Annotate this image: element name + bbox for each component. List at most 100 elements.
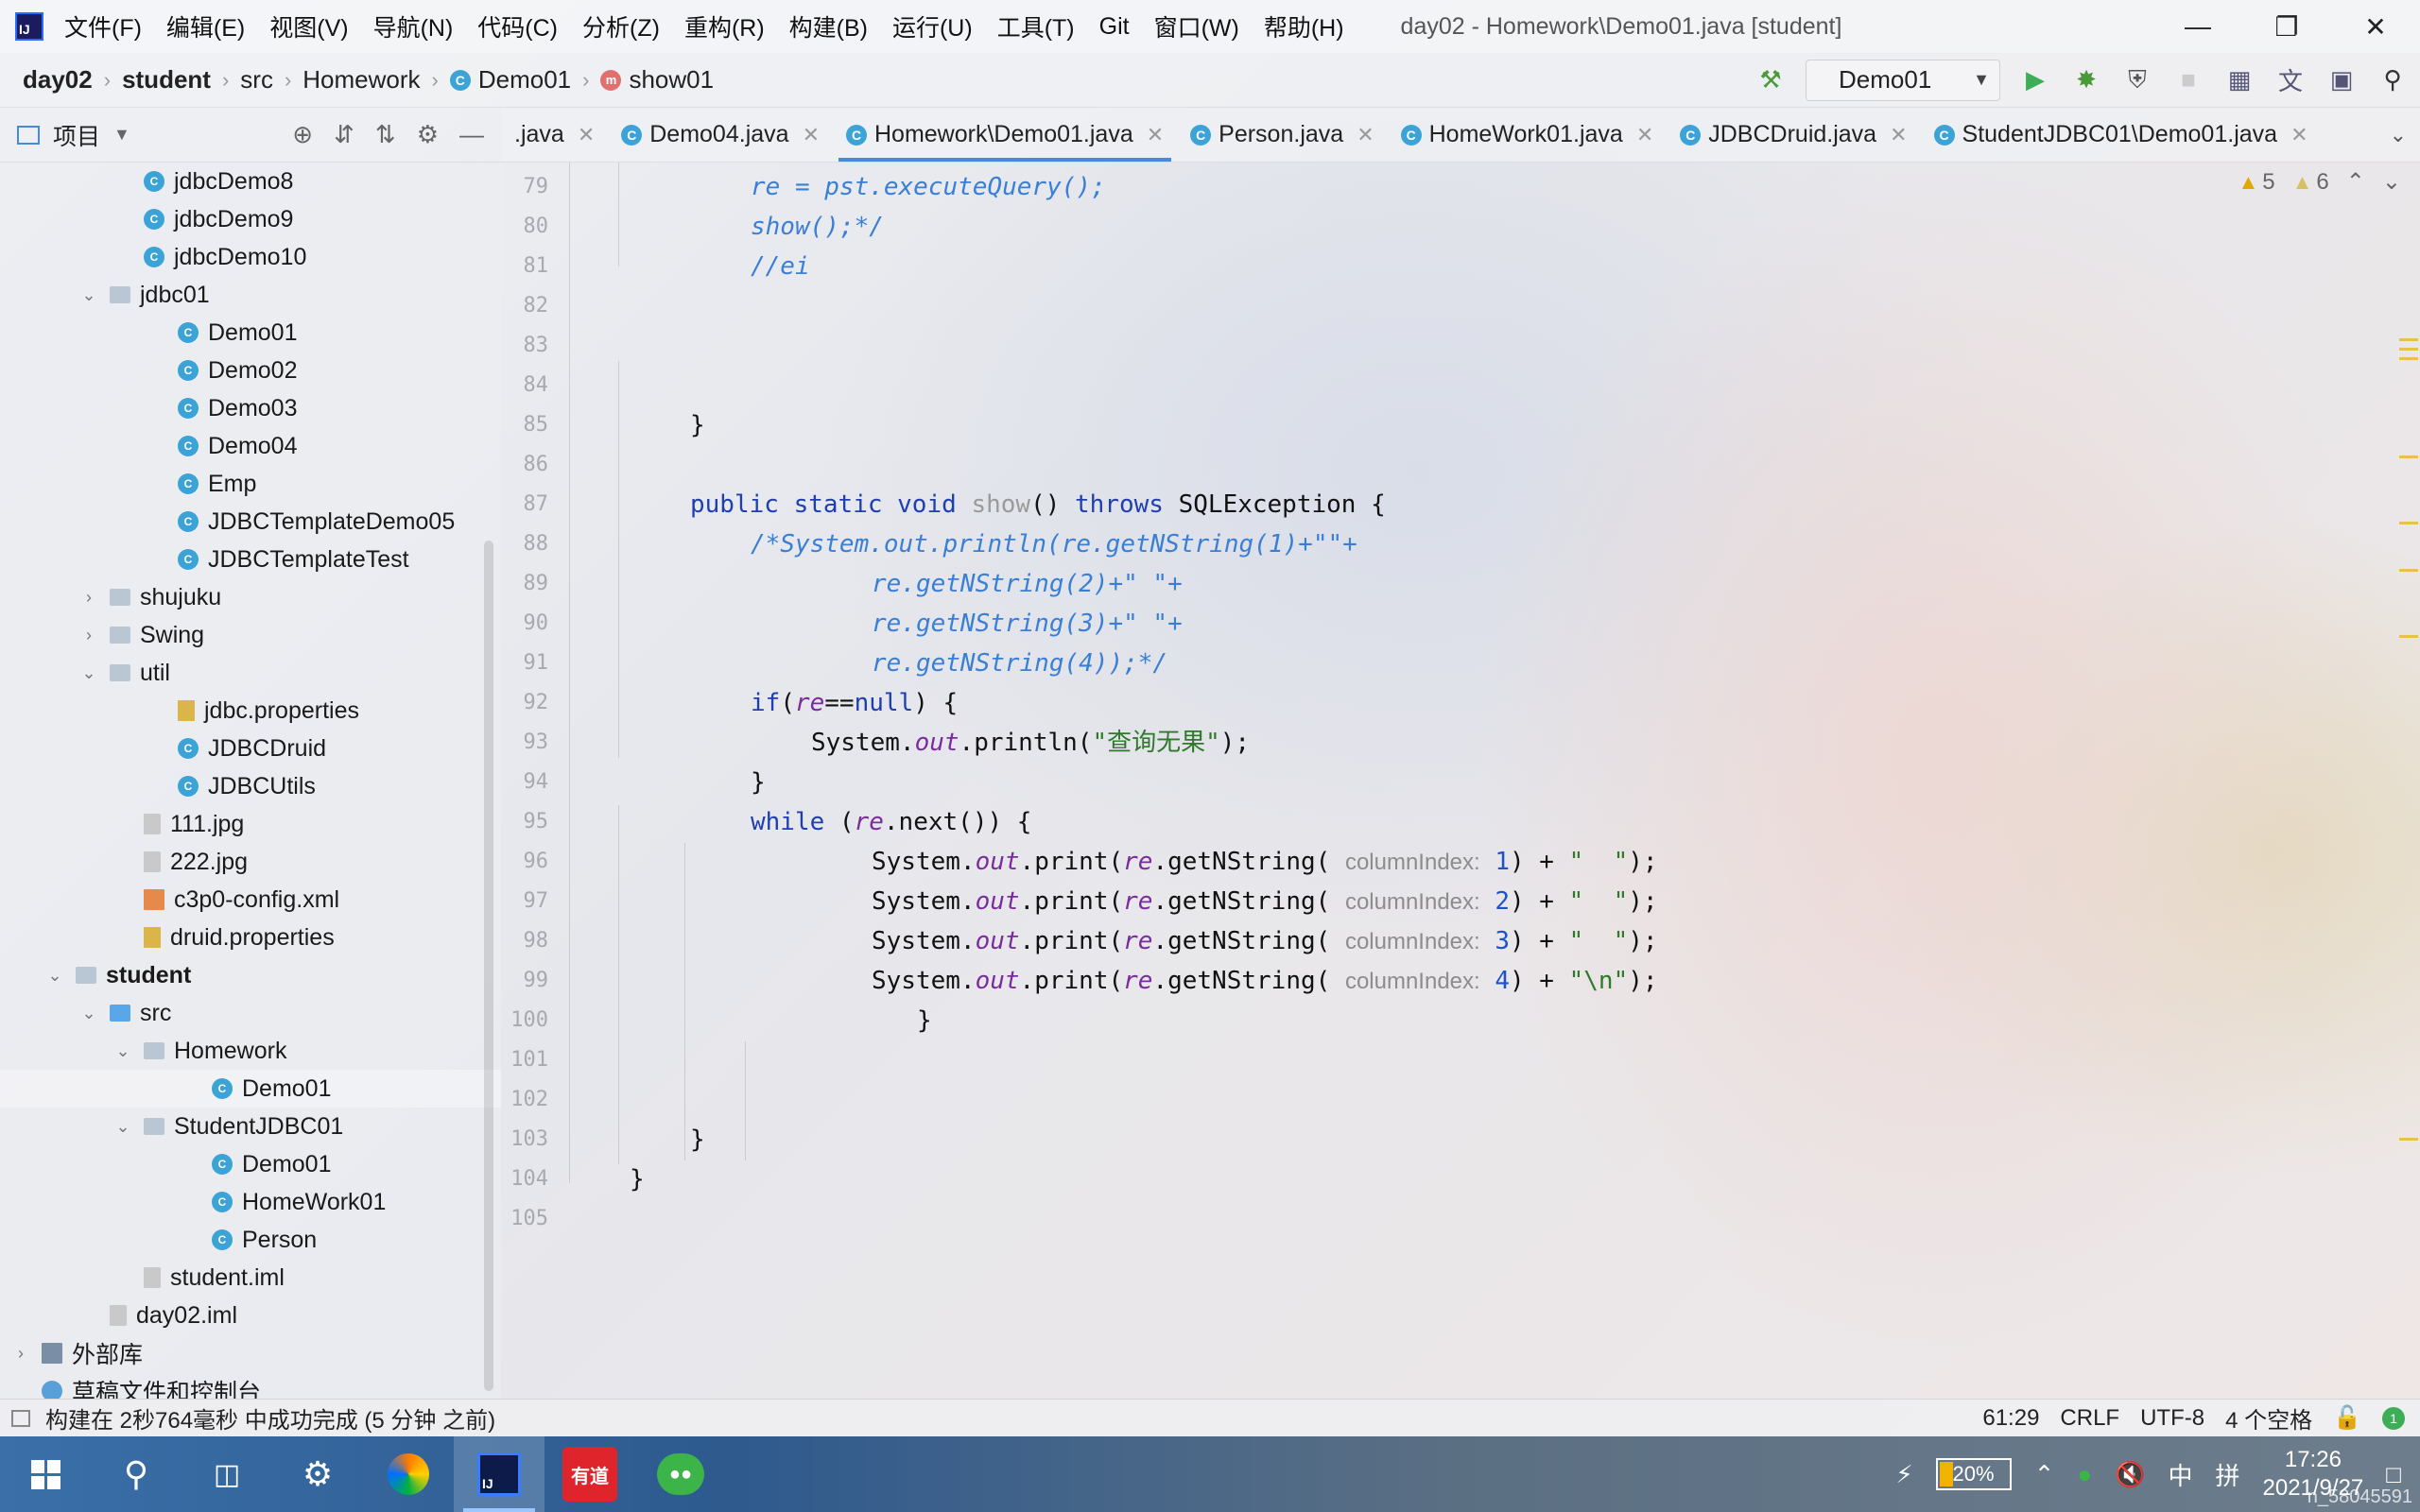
tree-item[interactable]: 111.jpg: [0, 805, 501, 843]
line-number[interactable]: 84: [501, 366, 549, 405]
tree-item[interactable]: C Emp: [0, 465, 501, 503]
breadcrumb-package[interactable]: Homework: [302, 65, 420, 94]
chevron-right-icon[interactable]: ›: [9, 1344, 32, 1364]
error-stripe-marker[interactable]: [2399, 357, 2418, 360]
close-tab-icon[interactable]: ✕: [1357, 123, 1374, 147]
line-number[interactable]: 102: [501, 1080, 548, 1120]
debug-icon[interactable]: ✸: [2070, 64, 2102, 96]
line-number[interactable]: 88: [501, 524, 549, 564]
line-number[interactable]: 87: [501, 485, 549, 524]
tree-item[interactable]: C Demo04: [0, 427, 501, 465]
line-separator[interactable]: CRLF: [2060, 1405, 2119, 1432]
line-number[interactable]: 100: [501, 1001, 548, 1040]
line-number[interactable]: 93: [501, 723, 549, 763]
chevron-up-icon[interactable]: ⌃: [2034, 1460, 2055, 1489]
tree-item[interactable]: › Swing: [0, 616, 501, 654]
tree-item[interactable]: ⌄ StudentJDBC01: [0, 1108, 501, 1145]
tree-item[interactable]: day02.iml: [0, 1297, 501, 1334]
menu-refactor[interactable]: 重构(R): [684, 9, 765, 43]
line-number[interactable]: 98: [501, 921, 549, 961]
line-number[interactable]: 94: [501, 763, 549, 802]
expand-all-icon[interactable]: ⇵: [334, 120, 354, 149]
chevron-down-icon[interactable]: ⌄: [43, 966, 66, 986]
tool-window-toggle-icon[interactable]: [11, 1409, 30, 1427]
tree-item[interactable]: student.iml: [0, 1259, 501, 1297]
line-number[interactable]: 91: [501, 644, 549, 683]
close-tab-icon[interactable]: ✕: [1636, 123, 1653, 147]
editor-tab[interactable]: C StudentJDBC01\Demo01.java ✕: [1921, 108, 2322, 162]
editor-tab[interactable]: C JDBCDruid.java ✕: [1667, 108, 1920, 162]
tree-item[interactable]: C JDBCDruid: [0, 730, 501, 767]
menu-edit[interactable]: 编辑(E): [166, 9, 245, 43]
close-tab-icon[interactable]: ✕: [803, 123, 820, 147]
tree-item[interactable]: ⌄ student: [0, 956, 501, 994]
intellij-logo-icon[interactable]: IJ: [15, 12, 43, 41]
tree-item[interactable]: C JDBCTemplateDemo05: [0, 503, 501, 541]
close-tab-icon[interactable]: ✕: [1147, 123, 1164, 147]
battery-indicator[interactable]: 20%: [1935, 1458, 2012, 1490]
volume-muted-icon[interactable]: 🔇: [2115, 1460, 2145, 1489]
error-stripe-marker[interactable]: [2399, 635, 2418, 638]
error-stripe-marker[interactable]: [2399, 338, 2418, 341]
build-hammer-icon[interactable]: ⚒: [1754, 64, 1787, 96]
error-stripe-marker[interactable]: [2399, 455, 2418, 458]
youdao-dictionary-icon[interactable]: 有道: [544, 1436, 635, 1512]
lock-icon[interactable]: 🔓: [2333, 1404, 2361, 1432]
breadcrumb-method[interactable]: m show01: [600, 65, 714, 94]
menu-view[interactable]: 视图(V): [269, 9, 348, 43]
tree-item[interactable]: CjdbcDemo8: [0, 163, 501, 200]
project-panel-title[interactable]: 项目: [53, 118, 100, 152]
tabs-overflow-chevron-icon[interactable]: ⌄: [2377, 108, 2420, 162]
chevron-down-icon[interactable]: ⌄: [78, 285, 100, 305]
stop-icon[interactable]: ■: [2172, 64, 2204, 96]
line-number[interactable]: 86: [501, 445, 549, 485]
line-number[interactable]: 103: [501, 1120, 548, 1160]
translate-icon[interactable]: 文: [2274, 64, 2307, 96]
error-stripe-marker[interactable]: [2399, 569, 2418, 572]
chevron-right-icon[interactable]: ›: [78, 588, 100, 608]
restore-icon[interactable]: ❐: [2242, 0, 2331, 53]
chevron-down-icon[interactable]: ⌄: [78, 663, 100, 683]
menu-file[interactable]: 文件(F): [64, 9, 142, 43]
chevron-up-icon[interactable]: ⌃: [2346, 168, 2365, 196]
settings-gear-icon[interactable]: ⚙: [272, 1436, 363, 1512]
tree-item[interactable]: 草稿文件和控制台: [0, 1372, 501, 1399]
close-icon[interactable]: ✕: [2331, 0, 2420, 53]
menu-tools[interactable]: 工具(T): [997, 9, 1075, 43]
menu-run[interactable]: 运行(U): [892, 9, 973, 43]
editor-tab[interactable]: C Demo04.java ✕: [608, 108, 833, 162]
line-number[interactable]: 101: [501, 1040, 548, 1080]
coverage-icon[interactable]: ⛨: [2121, 64, 2153, 96]
power-plug-icon[interactable]: ⚡: [1895, 1460, 1912, 1489]
menu-build[interactable]: 构建(B): [789, 9, 868, 43]
tree-item[interactable]: ⌄ src: [0, 994, 501, 1032]
tree-item[interactable]: C Demo01: [0, 1070, 501, 1108]
browser-icon[interactable]: [363, 1436, 454, 1512]
error-stripe-marker[interactable]: [2399, 348, 2418, 351]
line-number[interactable]: 90: [501, 604, 549, 644]
wechat-icon[interactable]: ●●: [635, 1436, 726, 1512]
line-number[interactable]: 99: [501, 961, 549, 1001]
ime-language[interactable]: 中: [2168, 1457, 2192, 1492]
breadcrumb-module[interactable]: student: [122, 65, 211, 94]
editor-tab[interactable]: C Homework\Demo01.java ✕: [833, 108, 1177, 162]
close-tab-icon[interactable]: ✕: [578, 123, 595, 147]
menu-window[interactable]: 窗口(W): [1154, 9, 1239, 43]
chevron-down-icon[interactable]: ⌄: [78, 1004, 100, 1023]
line-number[interactable]: 95: [501, 802, 549, 842]
indent-setting[interactable]: 4 个空格: [2225, 1401, 2312, 1435]
tree-item[interactable]: › 外部库: [0, 1334, 501, 1372]
tree-item[interactable]: C Demo01: [0, 1145, 501, 1183]
breadcrumb-project[interactable]: day02: [0, 65, 93, 94]
status-message-area[interactable]: 构建在 2秒764毫秒 中成功完成 (5 分钟 之前): [0, 1401, 495, 1435]
tree-item[interactable]: ⌄ Homework: [0, 1032, 501, 1070]
tree-item[interactable]: ⌄ jdbc01: [0, 276, 501, 314]
breadcrumb-src[interactable]: src: [240, 65, 273, 94]
code-area[interactable]: ▲ 5 ▲ 6 ⌃ ⌄ re = pst.executeQuery(); show(…: [569, 163, 2420, 1399]
line-number[interactable]: 83: [501, 326, 549, 366]
chevron-down-icon[interactable]: ▼: [113, 125, 130, 145]
notification-center-icon[interactable]: □: [2386, 1460, 2401, 1489]
code-editor[interactable]: 79 80 81 82 83 84 85 86 87 88 89 90 91 92 93 94 95 96 97 98…: [501, 163, 2420, 1399]
tree-item[interactable]: ⌄ util: [0, 654, 501, 692]
chevron-down-icon[interactable]: ⌄: [2382, 168, 2401, 196]
